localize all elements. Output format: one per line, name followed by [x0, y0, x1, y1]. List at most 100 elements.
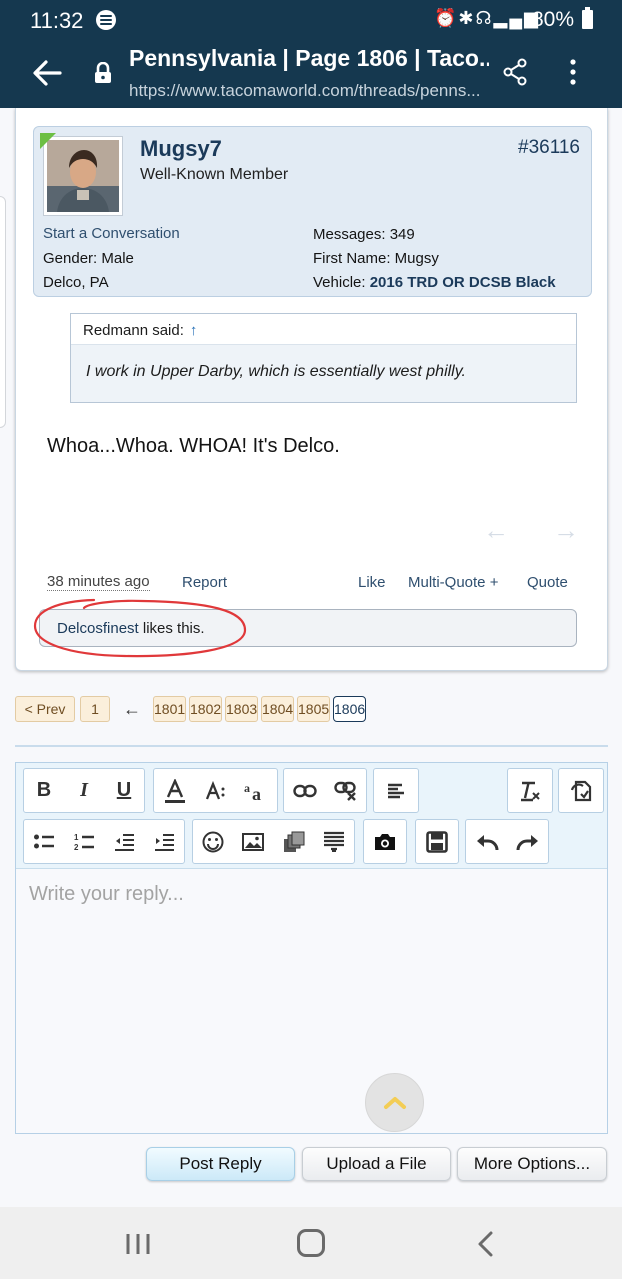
section-divider [15, 745, 608, 747]
smilie-icon[interactable] [196, 822, 230, 862]
vehicle-link[interactable]: 2016 TRD OR DCSB Black [370, 274, 556, 291]
reply-editor: B I U aa 12 [15, 762, 608, 1134]
browser-top-bar: 11:32 ⏰✱☊▂▄▆ 80% Pennsylvania | Page 180… [0, 0, 622, 108]
post-message: Whoa...Whoa. WHOA! It's Delco. [47, 435, 340, 457]
recent-apps-icon[interactable] [125, 1232, 151, 1256]
user-location: Delco, PA [43, 274, 109, 291]
page-link[interactable]: 1803 [225, 696, 258, 722]
svg-text:2: 2 [74, 843, 79, 851]
insert-code-icon[interactable] [317, 822, 351, 862]
prev-page-button[interactable]: < Prev [15, 696, 75, 722]
user-first-name: First Name: Mugsy [313, 250, 439, 267]
system-navigation-bar [0, 1207, 622, 1279]
user-messages-count: Messages: 349 [313, 226, 415, 243]
user-gender: Gender: Male [43, 250, 134, 267]
text-style-group: B I U [23, 768, 145, 813]
page-title[interactable]: Pennsylvania | Page 1806 | Taco... [129, 45, 489, 72]
font-size-button[interactable] [199, 771, 233, 811]
page-link[interactable]: 1805 [297, 696, 330, 722]
online-status-badge [40, 133, 56, 149]
numbered-list-icon[interactable]: 12 [67, 822, 101, 862]
status-indicator-icons: ⏰✱☊▂▄▆ [434, 8, 540, 28]
svg-text:a: a [244, 781, 250, 795]
edge-panel-handle[interactable] [0, 196, 6, 428]
underline-button[interactable]: U [107, 771, 141, 811]
bullet-list-icon[interactable] [27, 822, 61, 862]
italic-button[interactable]: I [67, 771, 101, 811]
outdent-icon[interactable] [107, 822, 141, 862]
back-arrow-icon[interactable] [30, 56, 64, 90]
status-time: 11:32 [30, 8, 84, 33]
font-color-button[interactable] [158, 771, 192, 811]
vehicle-label: Vehicle: [313, 274, 370, 291]
list-group: 12 [23, 819, 185, 864]
author-panel: Mugsy7 Well-Known Member #36116 Start a … [33, 126, 592, 297]
restore-draft-icon[interactable] [564, 771, 598, 811]
post-reply-button[interactable]: Post Reply [146, 1147, 295, 1181]
page-url[interactable]: https://www.tacomaworld.com/threads/penn… [129, 81, 494, 101]
camera-icon[interactable] [368, 822, 402, 862]
start-conversation-link[interactable]: Start a Conversation [43, 225, 180, 242]
editor-toolbar: B I U aa 12 [16, 763, 607, 869]
post-timestamp[interactable]: 38 minutes ago [47, 574, 150, 591]
page-link[interactable]: 1802 [189, 696, 222, 722]
reply-textarea[interactable] [16, 869, 607, 1133]
restore-draft-group [558, 768, 604, 813]
quote-text: I work in Upper Darby, which is essentia… [86, 363, 466, 380]
quote-header: Redmann said: ↑ [71, 314, 576, 345]
scroll-to-top-button[interactable] [365, 1073, 424, 1132]
save-draft-icon[interactable] [420, 822, 454, 862]
more-options-button[interactable]: More Options... [457, 1147, 607, 1181]
system-back-icon[interactable] [473, 1230, 499, 1258]
user-vehicle: Vehicle: 2016 TRD OR DCSB Black [313, 274, 556, 291]
overflow-menu-icon[interactable] [566, 58, 580, 86]
page-link[interactable]: 1804 [261, 696, 294, 722]
insert-link-icon[interactable] [288, 771, 322, 811]
save-draft-group [415, 819, 459, 864]
chevron-up-icon [383, 1096, 406, 1109]
page-1-link[interactable]: 1 [80, 696, 110, 722]
post-card: Mugsy7 Well-Known Member #36116 Start a … [15, 108, 608, 671]
font-family-button[interactable]: aa [240, 771, 274, 811]
previous-post-arrow-icon[interactable]: ← [483, 515, 509, 546]
camera-group [363, 819, 407, 864]
home-icon[interactable] [297, 1229, 325, 1257]
svg-text:1: 1 [74, 833, 79, 842]
svg-text:a: a [252, 784, 261, 802]
clear-format-group [507, 768, 553, 813]
battery-percentage: 80% [532, 8, 575, 31]
align-group [373, 768, 419, 813]
quote-block: Redmann said: ↑ I work in Upper Darby, wh… [70, 313, 577, 403]
align-left-icon[interactable] [379, 771, 413, 811]
user-title: Well-Known Member [140, 166, 289, 183]
page-link[interactable]: 1801 [153, 696, 186, 722]
battery-icon [582, 7, 593, 29]
quote-link[interactable]: Quote [527, 574, 568, 591]
indent-icon[interactable] [147, 822, 181, 862]
username[interactable]: Mugsy7 [140, 136, 222, 162]
insert-group [192, 819, 355, 864]
insert-media-icon[interactable] [277, 822, 311, 862]
lock-icon[interactable] [93, 62, 113, 84]
undo-icon[interactable] [470, 822, 504, 862]
page-jump-arrow[interactable]: ← [123, 696, 141, 722]
report-link[interactable]: Report [182, 574, 227, 591]
link-group [283, 768, 367, 813]
like-link[interactable]: Like [358, 574, 386, 591]
remove-link-icon[interactable] [329, 771, 363, 811]
quote-author: Redmann said: [83, 322, 184, 339]
jump-to-quote-icon[interactable]: ↑ [190, 322, 198, 339]
red-highlight-circle [33, 598, 247, 658]
share-icon[interactable] [502, 58, 528, 86]
font-group: aa [153, 768, 278, 813]
next-post-arrow-icon[interactable]: → [553, 515, 579, 546]
redo-icon[interactable] [511, 822, 545, 862]
insert-image-icon[interactable] [236, 822, 270, 862]
multi-quote-link[interactable]: Multi-Quote + [408, 574, 498, 591]
current-page: 1806 [333, 696, 366, 722]
post-number-link[interactable]: #36116 [518, 137, 580, 159]
bold-button[interactable]: B [27, 771, 61, 811]
remove-format-icon[interactable] [513, 771, 547, 811]
upload-file-button[interactable]: Upload a File [302, 1147, 451, 1181]
spotify-icon [96, 10, 116, 30]
